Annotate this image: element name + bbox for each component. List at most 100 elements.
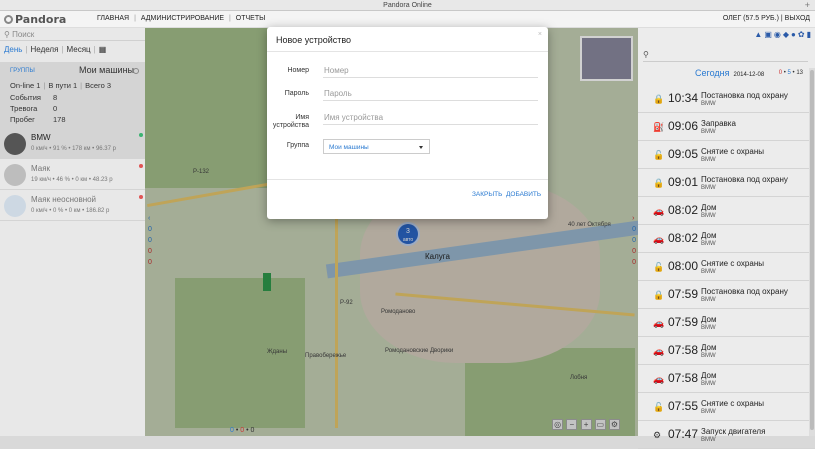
tab-week[interactable]: Неделя — [31, 45, 59, 54]
event-car: BMW — [701, 157, 716, 163]
car-icon: 🚗 — [653, 318, 665, 328]
group-select[interactable]: Мои машины — [323, 139, 430, 154]
calendar-icon[interactable]: ▦ — [99, 45, 107, 54]
lock-icon[interactable]: ◉ — [774, 30, 783, 39]
events-panel: ▲▣◉◆●✿▮ ⚲ Сегодня 2014-12-08 0 • 5 • 13 🔒… — [638, 28, 815, 449]
user-area: ОЛЕГ (57.5 РУБ.) | ВЫХОД — [723, 15, 810, 22]
password-input[interactable] — [323, 86, 538, 101]
event-item[interactable]: 🔒 09:01 Постановка под охрану BMW — [638, 169, 815, 197]
events-value: 8 — [53, 93, 58, 102]
car-icon[interactable]: ◆ — [783, 30, 791, 39]
event-item[interactable]: 🚗 08:02 Дом BMW — [638, 197, 815, 225]
user-name[interactable]: ОЛЕГ (57.5 РУБ.) — [723, 15, 779, 22]
sidebar-search[interactable]: ⚲ Поиск — [0, 28, 145, 41]
bottom-counters: 0 • 0 • 0 — [230, 427, 255, 434]
nav-separator: | — [229, 15, 231, 22]
status-dot — [139, 133, 143, 137]
stat-separator: | — [43, 81, 46, 90]
total-count: Всего 3 — [85, 81, 112, 90]
event-time: 10:34 — [668, 91, 699, 105]
close-button[interactable]: ЗАКРЫТЬ — [472, 191, 502, 198]
nav-reports[interactable]: ОТЧЕТЫ — [236, 15, 266, 22]
tab-separator: | — [93, 45, 96, 54]
event-title: Дом — [701, 315, 717, 324]
event-item[interactable]: 🔒 07:59 Постановка под охрану BMW — [638, 281, 815, 309]
lock-icon: 🔒 — [653, 178, 665, 188]
groups-link[interactable]: ГРУППЫ — [10, 68, 35, 74]
event-item[interactable]: 🔓 09:05 Снятие с охраны BMW — [638, 141, 815, 169]
add-button[interactable]: ДОБАВИТЬ — [506, 191, 541, 198]
number-label: Номер — [287, 67, 309, 74]
event-title: Постановка под охрану — [701, 287, 788, 296]
event-item[interactable]: 🔓 07:55 Снятие с охраны BMW — [638, 393, 815, 421]
nav-admin[interactable]: АДМИНИСТРИРОВАНИЕ — [141, 15, 224, 22]
events-scrollbar[interactable] — [809, 68, 815, 436]
close-icon[interactable]: × — [538, 31, 542, 38]
divider — [267, 51, 548, 52]
unlock-icon: 🔓 — [653, 150, 665, 160]
counter: 0 — [778, 70, 783, 76]
event-title: Дом — [701, 203, 717, 212]
date-value: 2014-12-08 — [733, 72, 765, 78]
event-title: Дом — [701, 343, 717, 352]
tab-day[interactable]: День — [4, 45, 22, 54]
device-item-mayak[interactable]: Маяк 19 км/ч • 46 % • 0 км • 48.23 р — [0, 160, 145, 190]
event-time: 07:58 — [668, 371, 699, 385]
group-label: Группа — [286, 142, 309, 149]
event-item[interactable]: ⚙ 07:47 Запуск двигателя BMW — [638, 421, 815, 449]
group-settings-icon[interactable] — [133, 68, 139, 74]
car-icon: 🚗 — [653, 234, 665, 244]
dialog-title: Новое устройство — [276, 35, 352, 45]
event-time: 07:47 — [668, 427, 699, 441]
event-item[interactable]: 🚗 07:58 Дом BMW — [638, 365, 815, 393]
app-logo[interactable]: Pandora — [4, 13, 66, 26]
logo-text: Pandora — [15, 13, 67, 26]
period-tabs: День | Неделя | Месяц | ▦ — [0, 42, 145, 57]
tab-month[interactable]: Месяц — [67, 45, 91, 54]
car-icon: 🚗 — [653, 346, 665, 356]
event-car: BMW — [701, 381, 716, 387]
device-meta: 19 км/ч • 46 % • 0 км • 48.23 р — [31, 177, 113, 183]
today-label[interactable]: Сегодня — [695, 68, 730, 78]
event-car: BMW — [701, 185, 716, 191]
counter: 0 — [240, 427, 245, 434]
event-title: Постановка под охрану — [701, 91, 788, 100]
event-item[interactable]: ⛽ 09:06 Заправка BMW — [638, 113, 815, 141]
logout-link[interactable]: ВЫХОД — [785, 15, 810, 22]
event-item[interactable]: 🔒 10:34 Постановка под охрану BMW — [638, 85, 815, 113]
device-name-input[interactable] — [323, 110, 538, 125]
event-item[interactable]: 🚗 08:02 Дом BMW — [638, 225, 815, 253]
event-item[interactable]: 🔓 08:00 Снятие с охраны BMW — [638, 253, 815, 281]
new-tab-button[interactable]: + — [805, 0, 810, 11]
stat-separator: | — [80, 81, 83, 90]
counter: 0 — [250, 427, 255, 434]
gas-icon[interactable]: ▣ — [764, 30, 774, 39]
search-icon: ⚲ — [4, 30, 10, 39]
event-title: Постановка под охрану — [701, 175, 788, 184]
gear-icon[interactable]: ✿ — [798, 30, 807, 39]
device-name: Маяк — [31, 164, 51, 173]
events-search[interactable]: ⚲ — [643, 50, 808, 62]
window-title: Pandora Online — [383, 2, 432, 9]
event-item[interactable]: 🚗 07:59 Дом BMW — [638, 309, 815, 337]
counter: 5 — [787, 70, 791, 76]
user-separator: | — [780, 15, 783, 22]
device-meta: 0 км/ч • 91 % • 178 км • 96.37 р — [31, 146, 116, 152]
number-input[interactable] — [323, 63, 538, 78]
device-item-bmw[interactable]: BMW 0 км/ч • 91 % • 178 км • 96.37 р — [0, 129, 145, 159]
warning-icon[interactable]: ▲ — [754, 30, 764, 39]
event-title: Снятие с охраны — [701, 399, 764, 408]
mileage-value: 178 — [53, 115, 66, 124]
search-input[interactable]: Поиск — [12, 30, 34, 39]
event-car: BMW — [701, 101, 716, 107]
scrollbar-thumb[interactable] — [810, 70, 814, 430]
battery-icon[interactable]: ▮ — [807, 30, 813, 39]
logo-icon — [4, 15, 13, 24]
location-icon[interactable]: ● — [791, 30, 798, 39]
event-item[interactable]: 🚗 07:58 Дом BMW — [638, 337, 815, 365]
device-item-mayak-secondary[interactable]: Маяк неосновной 0 км/ч • 0 % • 0 км • 18… — [0, 191, 145, 221]
counter: 13 — [796, 70, 803, 76]
nav-home[interactable]: ГЛАВНАЯ — [97, 15, 129, 22]
event-car: BMW — [701, 437, 716, 443]
event-time: 07:59 — [668, 287, 699, 301]
